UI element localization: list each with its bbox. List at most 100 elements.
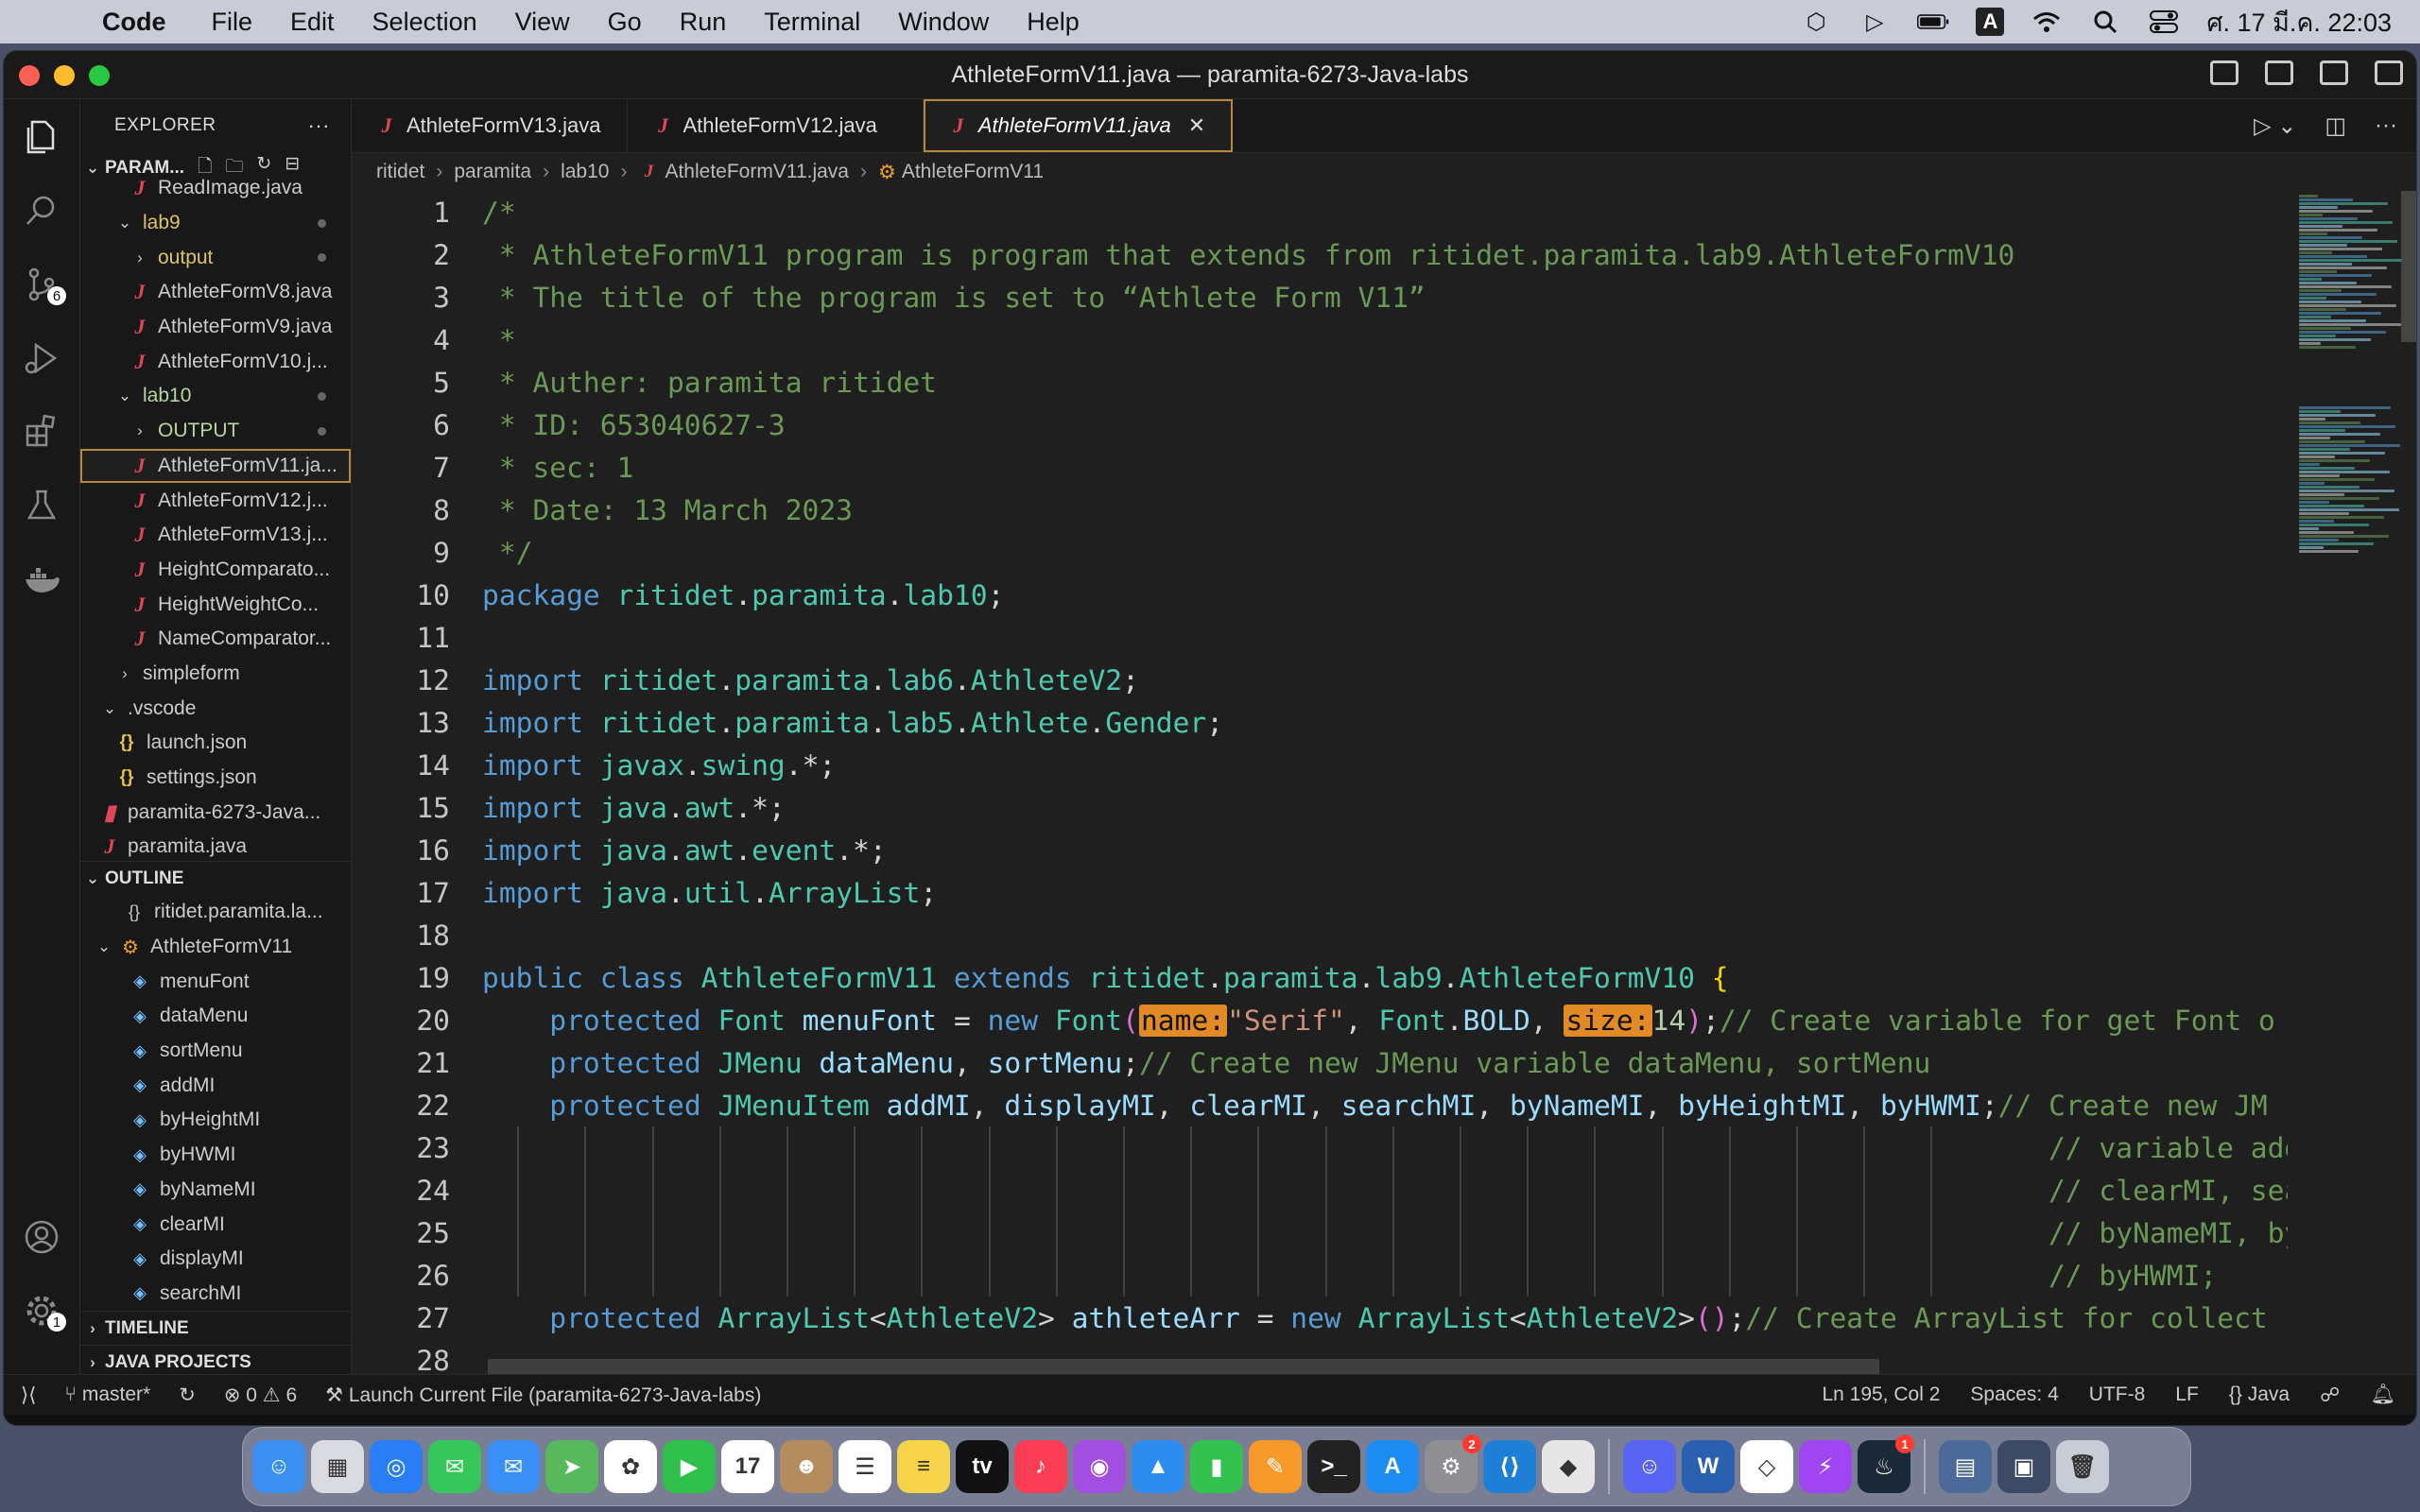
dock-screenshots-icon[interactable]: ▣ [1997, 1440, 2050, 1493]
outline-item[interactable]: ◈ byNameMI [80, 1173, 351, 1208]
code-line[interactable]: 13 import ritidet.paramita.lab5.Athlete.G… [352, 701, 2288, 744]
source-control-icon[interactable]: 6 [4, 254, 79, 315]
horizontal-scrollbar[interactable] [488, 1359, 1879, 1374]
dock-calendar-icon[interactable]: 17 [721, 1440, 774, 1493]
tree-item[interactable]: › simpleform [80, 657, 351, 692]
tree-item[interactable]: ▮ paramita-6273-Java... [80, 795, 351, 830]
dock-trash-icon[interactable]: 🗑 [2056, 1440, 2109, 1493]
editor-more-actions-icon[interactable]: ··· [2375, 112, 2397, 139]
code-line[interactable]: 5 * Auther: paramita ritidet [352, 361, 2288, 404]
dock-pages-icon[interactable]: ✎ [1249, 1440, 1302, 1493]
toggle-secondary-sidebar-icon[interactable] [2320, 60, 2348, 85]
dock-safari-icon[interactable]: ◎ [370, 1440, 423, 1493]
tree-item[interactable]: J AthleteFormV11.ja... [80, 448, 351, 484]
battery-icon[interactable] [1917, 9, 1949, 35]
code-line[interactable]: 27 protected ArrayList<AthleteV2> athlet… [352, 1297, 2288, 1339]
dock-maps-icon[interactable]: ➤ [545, 1440, 598, 1493]
dock-finder-icon[interactable]: ☺ [252, 1440, 305, 1493]
outline-item[interactable]: ◈ byHWMI [80, 1138, 351, 1173]
dock-podcasts-icon[interactable]: ◉ [1073, 1440, 1126, 1493]
code-line[interactable]: 19 public class AthleteFormV11 extends ri… [352, 956, 2288, 999]
line-ending[interactable]: LF [2175, 1383, 2199, 1406]
encoding[interactable]: UTF-8 [2089, 1383, 2146, 1406]
tree-item[interactable]: J NameComparator... [80, 622, 351, 657]
tree-item[interactable]: Jparamita.java [80, 830, 351, 861]
outline-item[interactable]: ◈ clearMI [80, 1207, 351, 1242]
customize-layout-icon[interactable] [2375, 60, 2403, 85]
dock-mail-icon[interactable]: ✉ [487, 1440, 540, 1493]
outline-item[interactable]: ◈ addMI [80, 1068, 351, 1103]
launch-item[interactable]: ⚒ Launch Current File (paramita-6273-Jav… [325, 1383, 761, 1407]
code-line[interactable]: 2 * AthleteFormV11 program is program th… [352, 233, 2288, 276]
breadcrumb-item[interactable]: paramita [454, 161, 531, 183]
more-actions-icon[interactable]: ··· [308, 113, 330, 138]
menu-window[interactable]: Window [898, 8, 989, 37]
code-line[interactable]: 3 * The title of the program is set to “… [352, 276, 2288, 318]
menu-selection[interactable]: Selection [372, 8, 477, 37]
code-line[interactable]: 23 // variable addM [352, 1126, 2288, 1169]
dock-discord-icon[interactable]: ☺ [1623, 1440, 1676, 1493]
outline-item[interactable]: ◈ menuFont [80, 964, 351, 999]
input-source-icon[interactable]: A [1976, 8, 2005, 36]
tree-item[interactable]: {} settings.json [80, 761, 351, 796]
outline-item[interactable]: ◈ dataMenu [80, 999, 351, 1034]
feedback-icon[interactable]: ☍ [2320, 1383, 2340, 1407]
dock-reminders-icon[interactable]: ☰ [838, 1440, 891, 1493]
problems-item[interactable]: ⊗ 0 ⚠ 6 [224, 1383, 297, 1407]
wifi-icon[interactable] [2031, 9, 2063, 35]
code-line[interactable]: 9 */ [352, 531, 2288, 574]
outline-item[interactable]: ◈ byHeightMI [80, 1103, 351, 1138]
dock-downloads-icon[interactable]: ▤ [1939, 1440, 1992, 1493]
extensions-icon[interactable] [4, 402, 79, 462]
dock-keynote-icon[interactable]: ▲ [1132, 1440, 1184, 1493]
manage-gear-icon[interactable]: 1 [4, 1280, 79, 1341]
breadcrumb-item[interactable]: AthleteFormV11 [902, 161, 1044, 183]
cursor-position[interactable]: Ln 195, Col 2 [1822, 1383, 1940, 1406]
outline-item[interactable]: ◈ sortMenu [80, 1034, 351, 1069]
tree-item[interactable]: J AthleteFormV9.java [80, 310, 351, 345]
split-editor-icon[interactable]: ◫ [2325, 112, 2346, 140]
breadcrumb-item[interactable]: ritidet [376, 161, 424, 183]
menu-view[interactable]: View [515, 8, 570, 37]
accounts-icon[interactable] [4, 1207, 79, 1267]
breadcrumb-item[interactable]: lab10 [561, 161, 609, 183]
tree-item[interactable]: J AthleteFormV13.j... [80, 518, 351, 553]
tree-item[interactable]: ⌄ lab9 [80, 206, 351, 241]
dock-notes-icon[interactable]: ≡ [897, 1440, 950, 1493]
tab-athleteformv12[interactable]: J AthleteFormV12.java [628, 99, 924, 152]
control-center-icon[interactable] [2148, 9, 2180, 35]
notifications-bell-icon[interactable]: 🔔︎ [2370, 1383, 2395, 1406]
menu-run[interactable]: Run [680, 8, 727, 37]
menu-code[interactable]: Code [102, 8, 166, 37]
code-line[interactable]: 8 * Date: 13 March 2023 [352, 489, 2288, 531]
dock-photos-icon[interactable]: ✿ [604, 1440, 657, 1493]
indentation[interactable]: Spaces: 4 [1970, 1383, 2058, 1406]
menu-go[interactable]: Go [608, 8, 642, 37]
run-java-icon[interactable]: ▷ ⌄ [2254, 112, 2296, 140]
code-line[interactable]: 16 import java.awt.event.*; [352, 829, 2288, 871]
dock-app-store-icon[interactable]: A [1366, 1440, 1419, 1493]
menubar-clock[interactable]: ศ. 17 มี.ค. 22:03 [2206, 2, 2392, 43]
java-projects-header[interactable]: › JAVA PROJECTS [80, 1345, 351, 1374]
timeline-header[interactable]: › TIMELINE [80, 1311, 351, 1345]
dock-terminal-icon[interactable]: >_ [1307, 1440, 1360, 1493]
code-line[interactable]: 12 import ritidet.paramita.lab6.AthleteV2… [352, 659, 2288, 701]
dock-music-icon[interactable]: ♪ [1014, 1440, 1067, 1493]
dock-messages-icon[interactable]: ✉ [428, 1440, 481, 1493]
code-line[interactable]: 18 [352, 914, 2288, 956]
code-line[interactable]: 1 /* [352, 191, 2288, 233]
dock-system-settings-icon[interactable]: ⚙ 2 [1425, 1435, 1481, 1493]
tree-item[interactable]: J ReadImage.java [80, 171, 351, 206]
tree-item[interactable]: › OUTPUT [80, 414, 351, 449]
dock-facetime-icon[interactable]: ▶ [663, 1440, 716, 1493]
outline-item[interactable]: ◈ displayMI [80, 1242, 351, 1277]
outline-item[interactable]: ⌄ ⚙ AthleteFormV11 [80, 930, 351, 965]
dock-messenger-icon[interactable]: ⚡ [1799, 1440, 1852, 1493]
dock-unity-icon[interactable]: ◇ [1740, 1440, 1793, 1493]
tree-item[interactable]: ⌄ .vscode [80, 691, 351, 726]
git-branch-item[interactable]: ⑂ master* [64, 1383, 150, 1406]
dock-roblox-icon[interactable]: ◆ [1542, 1440, 1595, 1493]
language-mode[interactable]: {} Java [2229, 1383, 2290, 1406]
tree-item[interactable]: J AthleteFormV12.j... [80, 483, 351, 518]
toggle-panel-icon[interactable] [2265, 60, 2293, 85]
